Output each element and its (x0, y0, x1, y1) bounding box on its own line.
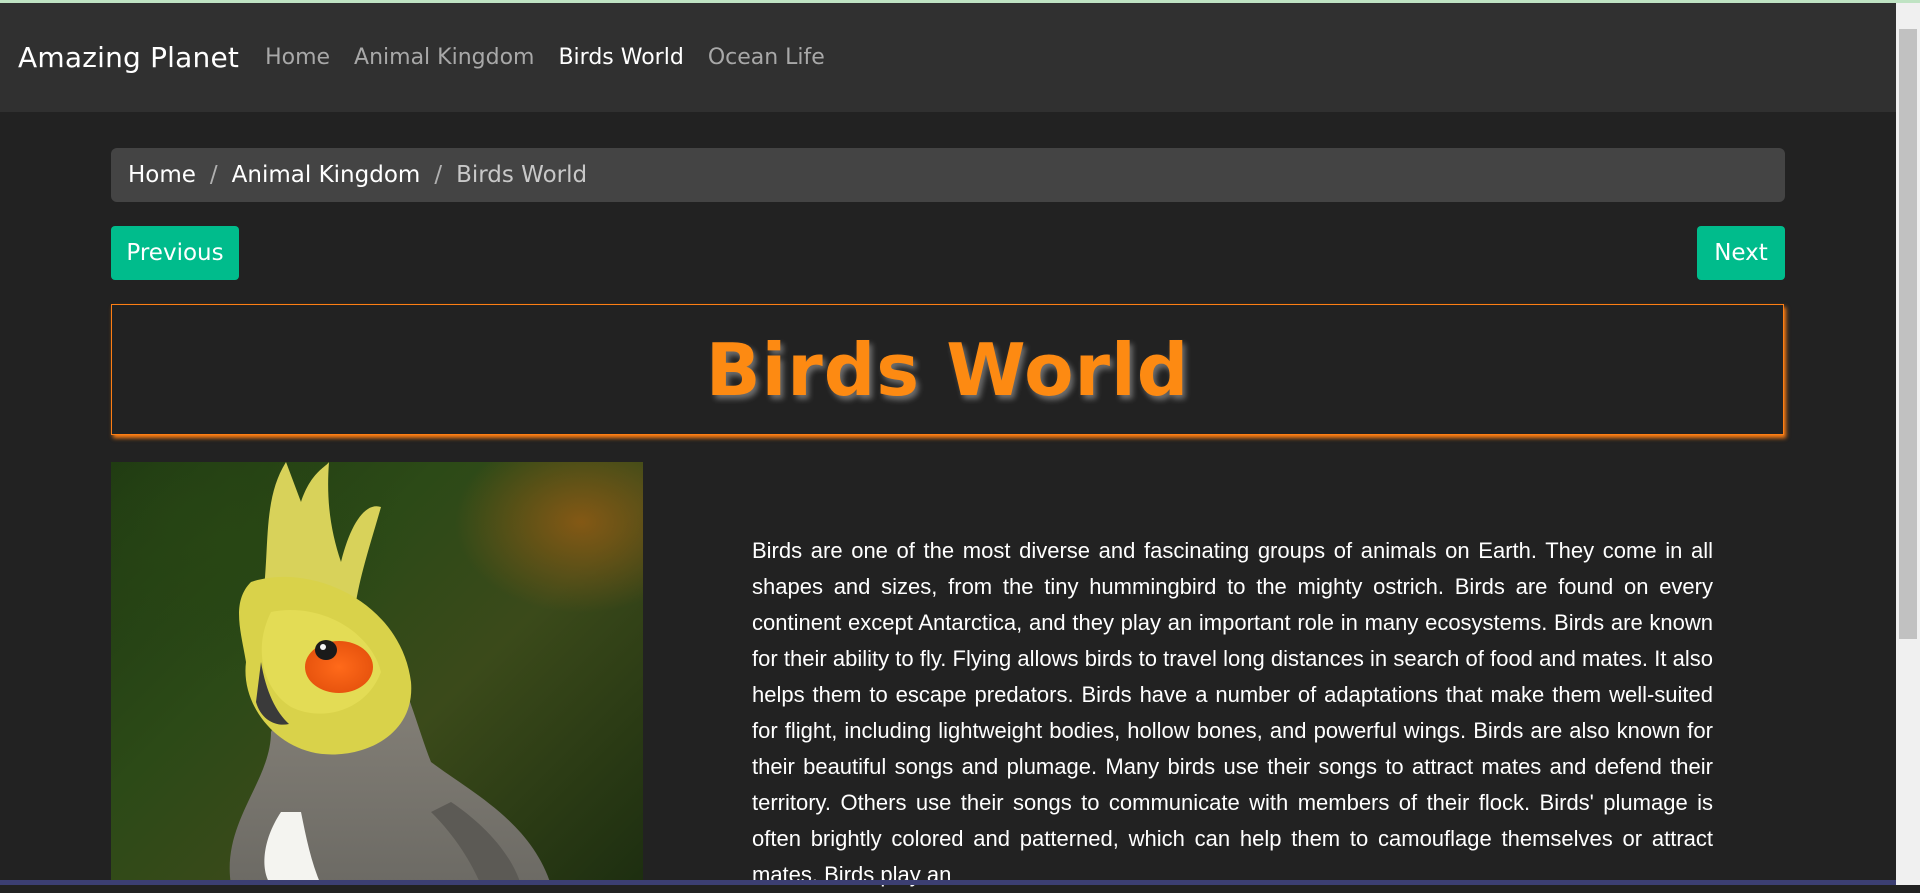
cockatiel-image (111, 462, 643, 885)
article-text: Birds are one of the most diverse and fa… (752, 538, 1713, 887)
scrollbar-thumb[interactable] (1899, 29, 1917, 639)
nav-link-home[interactable]: Home (253, 45, 342, 70)
page-title: Birds World (705, 327, 1190, 412)
breadcrumb-item-home[interactable]: Home (128, 162, 196, 188)
breadcrumb-separator: / (209, 162, 218, 188)
page-title-box: Birds World (111, 304, 1784, 435)
next-button[interactable]: Next (1697, 226, 1785, 280)
breadcrumb-current: Birds World (456, 162, 588, 188)
window-bottom-border (0, 880, 1896, 885)
brand-link[interactable]: Amazing Planet (18, 41, 239, 74)
breadcrumb-item-animal-kingdom[interactable]: Animal Kingdom (232, 162, 421, 188)
nav-links: Home Animal Kingdom Birds World Ocean Li… (253, 45, 837, 70)
scrollbar[interactable] (1896, 3, 1920, 885)
breadcrumb-separator: / (434, 162, 443, 188)
breadcrumb: Home / Animal Kingdom / Birds World (111, 148, 1785, 202)
nav-link-birds-world[interactable]: Birds World (546, 45, 695, 70)
nav-link-ocean-life[interactable]: Ocean Life (696, 45, 837, 70)
nav-link-animal-kingdom[interactable]: Animal Kingdom (342, 45, 546, 70)
navbar: Amazing Planet Home Animal Kingdom Birds… (0, 3, 1896, 112)
previous-button[interactable]: Previous (111, 226, 239, 280)
